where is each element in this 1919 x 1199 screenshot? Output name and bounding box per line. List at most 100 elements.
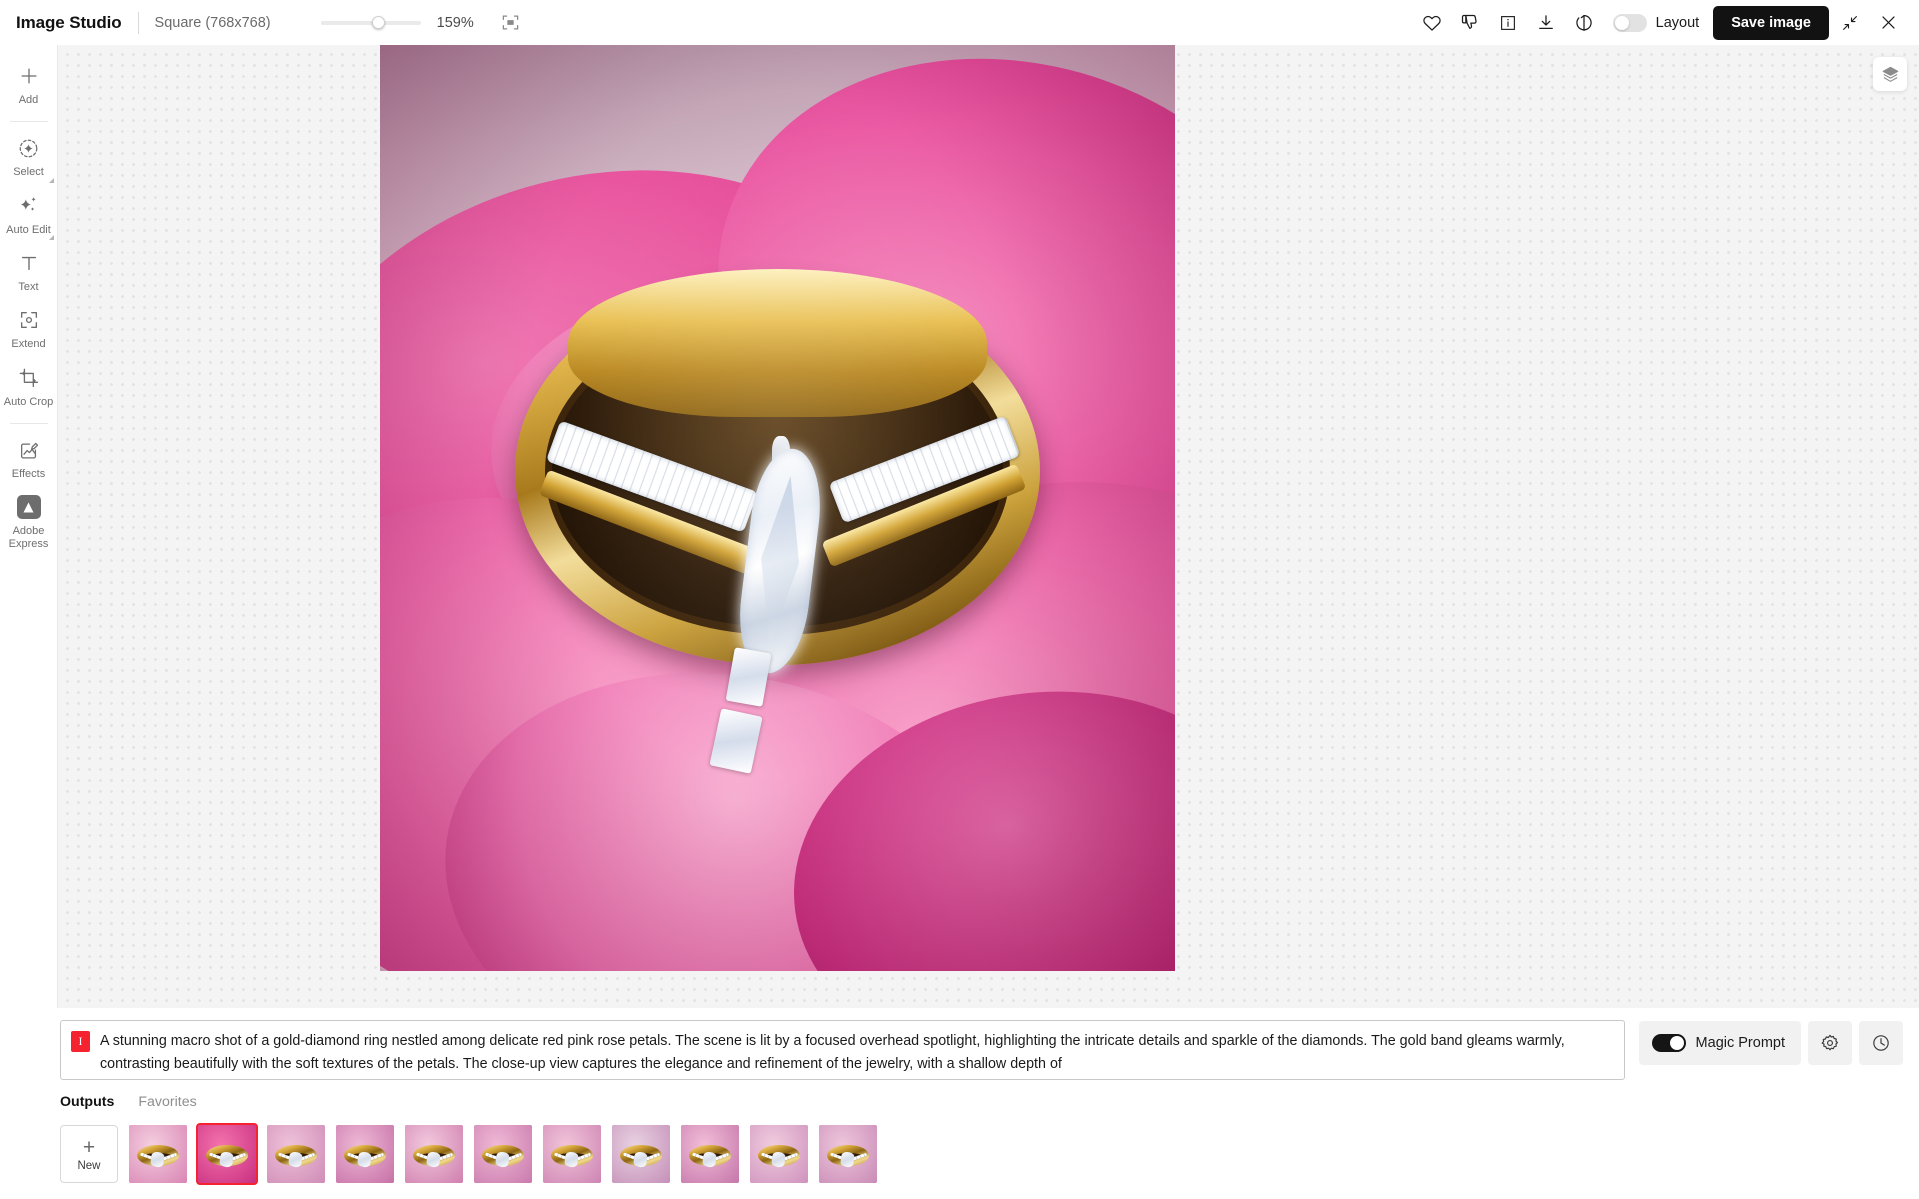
output-thumbnail[interactable] bbox=[750, 1125, 808, 1183]
prompt-text: A stunning macro shot of a gold-diamond … bbox=[100, 1033, 1565, 1073]
thumbnail-ring bbox=[206, 1145, 248, 1168]
tab-favorites[interactable]: Favorites bbox=[138, 1094, 196, 1112]
sidebar-item-select[interactable]: Select bbox=[1, 127, 57, 184]
thumbnail-image bbox=[267, 1125, 325, 1183]
download-icon[interactable] bbox=[1529, 6, 1563, 40]
thumbnail-ring bbox=[827, 1145, 869, 1168]
thumbnail-image bbox=[819, 1125, 877, 1183]
thumbnail-center-diamond bbox=[150, 1151, 165, 1168]
image-studio-app: Image Studio Square (768x768) 159% Layou… bbox=[0, 0, 1919, 1199]
zoom-percentage: 159% bbox=[436, 14, 474, 31]
thumbnail-center-diamond bbox=[357, 1151, 372, 1168]
save-image-button[interactable]: Save image bbox=[1713, 5, 1829, 40]
thumbnail-center-diamond bbox=[840, 1151, 855, 1168]
thumbnail-ring bbox=[689, 1145, 731, 1168]
image-vignette bbox=[380, 45, 1175, 971]
extend-frame-icon bbox=[16, 307, 42, 333]
top-toolbar-actions: Layout Save image bbox=[1415, 5, 1905, 40]
thumbnail-center-diamond bbox=[495, 1151, 510, 1168]
gear-icon[interactable] bbox=[1808, 1021, 1852, 1065]
thumbnail-image bbox=[336, 1125, 394, 1183]
info-icon[interactable] bbox=[1491, 6, 1525, 40]
sidebar-item-label: Text bbox=[18, 280, 39, 293]
output-thumbnail[interactable] bbox=[543, 1125, 601, 1183]
magic-prompt-toggle-knob bbox=[1669, 1036, 1684, 1050]
submenu-indicator-icon bbox=[48, 234, 54, 240]
thumbnail-center-diamond bbox=[219, 1151, 234, 1168]
workspace: Add Select Auto Edit Text Extend Auto Cr… bbox=[0, 45, 1919, 1008]
sparkles-icon bbox=[16, 193, 42, 219]
fit-to-screen-icon[interactable] bbox=[499, 11, 523, 35]
thumbnail-center-diamond bbox=[633, 1151, 648, 1168]
thumbnail-center-diamond bbox=[771, 1151, 786, 1168]
sidebar-item-label: Select bbox=[13, 166, 44, 179]
tab-outputs[interactable]: Outputs bbox=[60, 1094, 114, 1112]
zoom-slider-fill bbox=[320, 20, 378, 25]
output-thumbnail[interactable] bbox=[474, 1125, 532, 1183]
sidebar-divider bbox=[9, 121, 48, 123]
heart-icon[interactable] bbox=[1415, 6, 1449, 40]
thumbnail-ring bbox=[482, 1145, 524, 1168]
thumbnail-image bbox=[474, 1125, 532, 1183]
output-thumbnail[interactable] bbox=[819, 1125, 877, 1183]
output-thumbnail[interactable] bbox=[681, 1125, 739, 1183]
collapse-arrows-icon[interactable] bbox=[1833, 6, 1867, 40]
thumbnail-image bbox=[750, 1125, 808, 1183]
new-label: New bbox=[77, 1159, 101, 1172]
layout-toggle[interactable] bbox=[1612, 13, 1647, 32]
close-icon[interactable] bbox=[1871, 6, 1905, 40]
effects-pencil-icon bbox=[16, 437, 42, 463]
thumbnail-center-diamond bbox=[426, 1151, 441, 1168]
divider bbox=[137, 11, 139, 34]
sidebar-item-auto-crop[interactable]: Auto Crop bbox=[1, 357, 57, 414]
sidebar-item-label: Auto Edit bbox=[6, 223, 51, 236]
aspect-ratio-label: Square (768x768) bbox=[154, 14, 271, 31]
thumbnail-image bbox=[198, 1125, 256, 1183]
prompt-input[interactable]: I A stunning macro shot of a gold-diamon… bbox=[60, 1020, 1625, 1080]
status-badge: I bbox=[71, 1031, 90, 1052]
thumbnail-center-diamond bbox=[288, 1151, 303, 1168]
text-t-icon bbox=[16, 250, 42, 276]
crop-icon bbox=[16, 365, 42, 391]
image-canvas[interactable] bbox=[58, 45, 1919, 1008]
thumbnail-ring bbox=[620, 1145, 662, 1168]
rotate-refresh-icon[interactable] bbox=[1567, 6, 1601, 40]
layers-icon[interactable] bbox=[1873, 57, 1907, 91]
thumbnail-ring bbox=[758, 1145, 800, 1168]
thumbnail-center-diamond bbox=[564, 1151, 579, 1168]
image-artwork bbox=[380, 45, 1175, 971]
sidebar-item-label: Add bbox=[18, 94, 39, 106]
output-thumbnail[interactable] bbox=[196, 1123, 258, 1185]
submenu-indicator-icon bbox=[48, 177, 54, 183]
output-thumbnail[interactable] bbox=[405, 1125, 463, 1183]
zoom-slider[interactable] bbox=[320, 16, 421, 30]
plus-icon: + bbox=[82, 1135, 96, 1159]
page-title: Image Studio bbox=[16, 12, 122, 32]
new-generation-button[interactable]: + New bbox=[60, 1125, 118, 1183]
sidebar-item-extend[interactable]: Extend bbox=[1, 299, 57, 356]
layout-toggle-label: Layout bbox=[1655, 14, 1700, 31]
gallery-tabs: Outputs Favorites bbox=[0, 1080, 1919, 1112]
zoom-slider-handle[interactable] bbox=[371, 16, 385, 29]
layout-toggle-group[interactable]: Layout bbox=[1612, 13, 1700, 32]
magic-prompt-toggle-group[interactable]: Magic Prompt bbox=[1638, 1021, 1801, 1065]
output-thumbnail[interactable] bbox=[129, 1125, 187, 1183]
sidebar-item-effects[interactable]: Effects bbox=[1, 429, 57, 486]
select-point-icon bbox=[16, 135, 42, 161]
output-thumbnail[interactable] bbox=[612, 1125, 670, 1183]
sidebar-item-add[interactable]: Add bbox=[1, 55, 57, 112]
sidebar-item-label: Adobe Express bbox=[8, 525, 49, 550]
adobe-express-badge bbox=[16, 495, 41, 520]
outputs-filmstrip: + New bbox=[0, 1112, 1919, 1199]
sidebar-item-auto-edit[interactable]: Auto Edit bbox=[1, 185, 57, 242]
sidebar-item-adobe-express[interactable]: Adobe Express bbox=[1, 486, 57, 556]
clock-history-icon[interactable] bbox=[1859, 1021, 1903, 1065]
sidebar-item-text[interactable]: Text bbox=[1, 242, 57, 299]
thumbnail-image bbox=[543, 1125, 601, 1183]
generated-image[interactable] bbox=[380, 45, 1175, 971]
top-toolbar: Image Studio Square (768x768) 159% Layou… bbox=[0, 0, 1919, 45]
output-thumbnail[interactable] bbox=[336, 1125, 394, 1183]
thumbs-down-icon[interactable] bbox=[1453, 6, 1487, 40]
magic-prompt-toggle[interactable] bbox=[1651, 1034, 1686, 1052]
output-thumbnail[interactable] bbox=[267, 1125, 325, 1183]
